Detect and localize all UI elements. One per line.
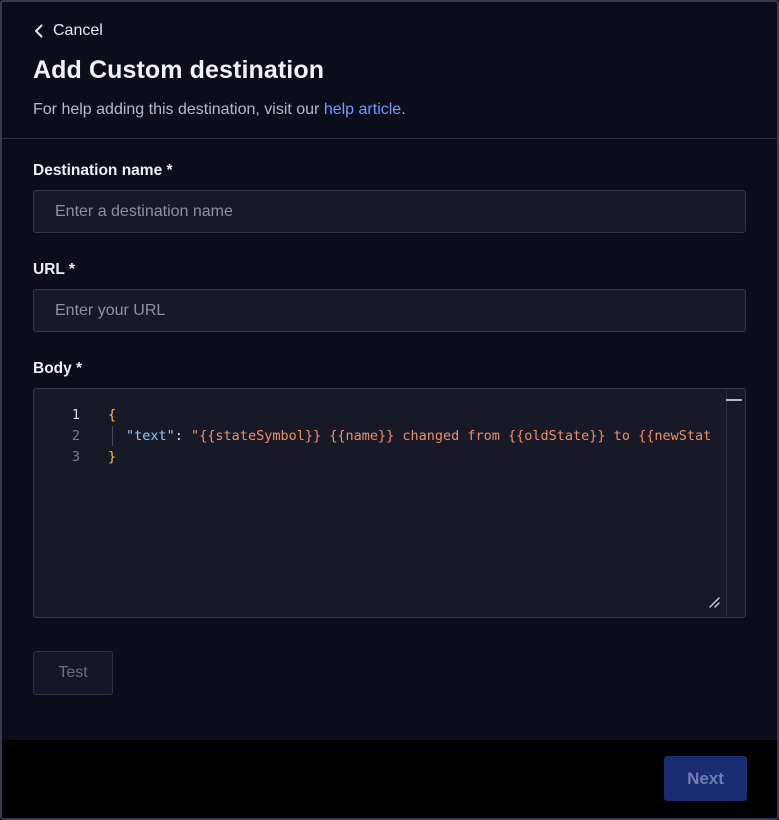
page-subtitle: For help adding this destination, visit … [33, 101, 406, 119]
panel-footer: Next [2, 740, 777, 818]
editor-scrollbar-track[interactable] [726, 389, 727, 617]
custom-destination-panel: Cancel Add Custom destination For help a… [0, 0, 779, 820]
code-close-brace: } [108, 448, 117, 465]
cancel-label: Cancel [53, 22, 103, 39]
code-key: "text" [126, 427, 175, 444]
page-title: Add Custom destination [33, 56, 325, 84]
code-open-brace: { [108, 406, 117, 423]
line-number: 1 [71, 406, 80, 423]
code-body-text: "text": "{{stateSymbol}} {{name}} change… [126, 428, 711, 444]
help-article-link[interactable]: help article [324, 101, 401, 118]
url-input[interactable] [33, 289, 746, 332]
subtitle-period: . [401, 101, 406, 118]
editor-scrollbar-thumb[interactable] [726, 399, 742, 401]
indent-guide [112, 426, 113, 446]
destination-name-input[interactable] [33, 190, 746, 233]
cancel-link[interactable]: Cancel [33, 22, 103, 40]
line-number: 3 [71, 448, 80, 465]
body-code-editor[interactable]: 1 { 2 "text": "{{stateSymbol}} {{name}} … [33, 388, 746, 618]
code-line-2: 2 "text": "{{stateSymbol}} {{name}} chan… [34, 425, 711, 446]
code-line-1: 1 { [34, 404, 116, 425]
code-value: "{{stateSymbol}} {{name}} changed from {… [191, 427, 712, 444]
code-colon: : [174, 427, 192, 444]
destination-name-label: Destination name * [33, 162, 173, 179]
chevron-left-icon [35, 24, 43, 38]
code-line-3: 3 } [34, 446, 116, 467]
panel-header: Cancel Add Custom destination For help a… [2, 2, 777, 139]
url-label: URL * [33, 261, 75, 278]
line-number: 2 [71, 427, 80, 444]
next-button[interactable]: Next [664, 756, 747, 801]
subtitle-text: For help adding this destination, visit … [33, 101, 324, 118]
resize-handle-icon[interactable] [707, 595, 721, 609]
test-button[interactable]: Test [33, 651, 113, 695]
body-label: Body * [33, 360, 83, 377]
